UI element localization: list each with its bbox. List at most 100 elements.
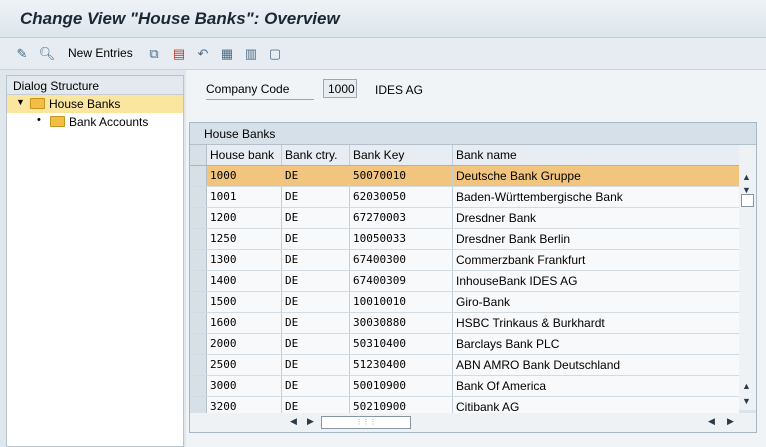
bank-key-cell[interactable]: 67400309	[350, 271, 453, 291]
bank-name-cell[interactable]: Dresdner Bank Berlin	[453, 229, 739, 249]
row-selector[interactable]	[190, 208, 207, 228]
bank-name-cell[interactable]: InhouseBank IDES AG	[453, 271, 739, 291]
delete-icon[interactable]: ▤	[170, 45, 188, 63]
row-selector[interactable]	[190, 271, 207, 291]
scroll-page-down-icon[interactable]: ▼	[742, 396, 751, 406]
tree-item-label: Bank Accounts	[69, 115, 149, 129]
bank-country-cell[interactable]: DE	[282, 376, 350, 396]
house-bank-cell[interactable]: 3000	[207, 376, 282, 396]
bank-name-cell[interactable]: Deutsche Bank Gruppe	[453, 166, 739, 186]
bank-name-cell[interactable]: HSBC Trinkaus & Burkhardt	[453, 313, 739, 333]
row-selector[interactable]	[190, 313, 207, 333]
house-bank-cell[interactable]: 2500	[207, 355, 282, 375]
house-bank-cell[interactable]: 1200	[207, 208, 282, 228]
bank-country-cell[interactable]: DE	[282, 334, 350, 354]
bank-name-cell[interactable]: ABN AMRO Bank Deutschland	[453, 355, 739, 375]
scroll-last-icon[interactable]: ▶	[727, 416, 734, 427]
column-header-bank-name[interactable]: Bank name	[453, 145, 739, 165]
company-name: IDES AG	[375, 83, 424, 97]
house-bank-cell[interactable]: 1250	[207, 229, 282, 249]
tree-item-bank-accounts[interactable]: • Bank Accounts	[7, 113, 183, 131]
table-row[interactable]: 1000 DE 50070010 Deutsche Bank Gruppe	[190, 166, 739, 187]
row-selector[interactable]	[190, 229, 207, 249]
scroll-first-icon[interactable]: ◀	[708, 416, 715, 427]
copy-icon[interactable]: ⧉	[145, 45, 163, 63]
bank-key-cell[interactable]: 10010010	[350, 292, 453, 312]
bank-name-cell[interactable]: Bank Of America	[453, 376, 739, 396]
row-selector[interactable]	[190, 376, 207, 396]
bank-key-cell[interactable]: 10050033	[350, 229, 453, 249]
table-row[interactable]: 2000 DE 50310400 Barclays Bank PLC	[190, 334, 739, 355]
table-grid: House bank Bank ctry. Bank Key Bank name…	[190, 145, 739, 418]
scroll-thumb[interactable]	[741, 194, 754, 207]
bank-country-cell[interactable]: DE	[282, 271, 350, 291]
scroll-page-up-icon[interactable]: ▲	[742, 381, 751, 391]
bank-key-cell[interactable]: 62030050	[350, 187, 453, 207]
table-row[interactable]: 1001 DE 62030050 Baden-Württembergische Ban…	[190, 187, 739, 208]
bank-country-cell[interactable]: DE	[282, 229, 350, 249]
row-selector[interactable]	[190, 292, 207, 312]
bank-country-cell[interactable]: DE	[282, 166, 350, 186]
row-selector[interactable]	[190, 187, 207, 207]
bank-name-cell[interactable]: Baden-Württembergische Bank	[453, 187, 739, 207]
table-row[interactable]: 2500 DE 51230400 ABN AMRO Bank Deutschland	[190, 355, 739, 376]
table-row[interactable]: 1250 DE 10050033 Dresdner Bank Berlin	[190, 229, 739, 250]
scroll-up-icon[interactable]: ▲	[742, 172, 751, 182]
house-bank-cell[interactable]: 1500	[207, 292, 282, 312]
house-bank-cell[interactable]: 1001	[207, 187, 282, 207]
row-selector[interactable]	[190, 334, 207, 354]
vertical-scrollbar[interactable]: ▲ ▼ ▲ ▼	[739, 145, 756, 410]
tree-item-house-banks[interactable]: ▼ House Banks	[7, 95, 183, 113]
row-selector[interactable]	[190, 355, 207, 375]
bank-country-cell[interactable]: DE	[282, 292, 350, 312]
bank-name-cell[interactable]: Commerzbank Frankfurt	[453, 250, 739, 270]
table-title: House Banks	[190, 123, 756, 145]
bank-key-cell[interactable]: 67400300	[350, 250, 453, 270]
table-row[interactable]: 1300 DE 67400300 Commerzbank Frankfurt	[190, 250, 739, 271]
tree-expand-icon[interactable]: ▼	[16, 97, 25, 107]
table-row[interactable]: 1200 DE 67270003 Dresdner Bank	[190, 208, 739, 229]
bank-key-cell[interactable]: 50010900	[350, 376, 453, 396]
bank-key-cell[interactable]: 67270003	[350, 208, 453, 228]
scroll-right-icon[interactable]: ▶	[307, 416, 314, 427]
column-header-house-bank[interactable]: House bank	[207, 145, 282, 165]
select-all-rows-button[interactable]	[190, 145, 207, 165]
house-bank-cell[interactable]: 1600	[207, 313, 282, 333]
house-bank-cell[interactable]: 2000	[207, 334, 282, 354]
row-selector[interactable]	[190, 166, 207, 186]
bank-key-cell[interactable]: 30030880	[350, 313, 453, 333]
display-change-icon[interactable]: ✎	[13, 45, 31, 63]
column-header-bank-key[interactable]: Bank Key	[350, 145, 453, 165]
select-all-icon[interactable]: ▦	[218, 45, 236, 63]
bank-country-cell[interactable]: DE	[282, 250, 350, 270]
house-bank-cell[interactable]: 1400	[207, 271, 282, 291]
bank-country-cell[interactable]: DE	[282, 313, 350, 333]
details-icon[interactable]: 🔍︎	[38, 45, 56, 63]
house-bank-cell[interactable]: 1000	[207, 166, 282, 186]
table-row[interactable]: 1500 DE 10010010 Giro-Bank	[190, 292, 739, 313]
undo-icon[interactable]: ↶	[194, 45, 212, 63]
bank-name-cell[interactable]: Barclays Bank PLC	[453, 334, 739, 354]
bank-country-cell[interactable]: DE	[282, 208, 350, 228]
company-code-field[interactable]: 1000	[323, 79, 357, 98]
bank-country-cell[interactable]: DE	[282, 355, 350, 375]
deselect-all-icon[interactable]: ▢	[266, 45, 284, 63]
table-row[interactable]: 3000 DE 50010900 Bank Of America	[190, 376, 739, 397]
bank-name-cell[interactable]: Dresdner Bank	[453, 208, 739, 228]
bank-name-cell[interactable]: Giro-Bank	[453, 292, 739, 312]
new-entries-button[interactable]: New Entries	[68, 46, 133, 60]
select-block-icon[interactable]: ▥	[242, 45, 260, 63]
horizontal-scrollbar[interactable]: ◀ ▶ ⋮⋮⋮ ◀ ▶	[190, 413, 756, 432]
table-row[interactable]: 1600 DE 30030880 HSBC Trinkaus & Burkhardt	[190, 313, 739, 334]
column-header-bank-country[interactable]: Bank ctry.	[282, 145, 350, 165]
bank-key-cell[interactable]: 50310400	[350, 334, 453, 354]
company-code-label: Company Code	[206, 82, 314, 100]
row-selector[interactable]	[190, 250, 207, 270]
bank-country-cell[interactable]: DE	[282, 187, 350, 207]
table-row[interactable]: 1400 DE 67400309 InhouseBank IDES AG	[190, 271, 739, 292]
horizontal-scroll-thumb[interactable]: ⋮⋮⋮	[321, 416, 411, 429]
bank-key-cell[interactable]: 51230400	[350, 355, 453, 375]
bank-key-cell[interactable]: 50070010	[350, 166, 453, 186]
scroll-left-icon[interactable]: ◀	[290, 416, 297, 427]
house-bank-cell[interactable]: 1300	[207, 250, 282, 270]
